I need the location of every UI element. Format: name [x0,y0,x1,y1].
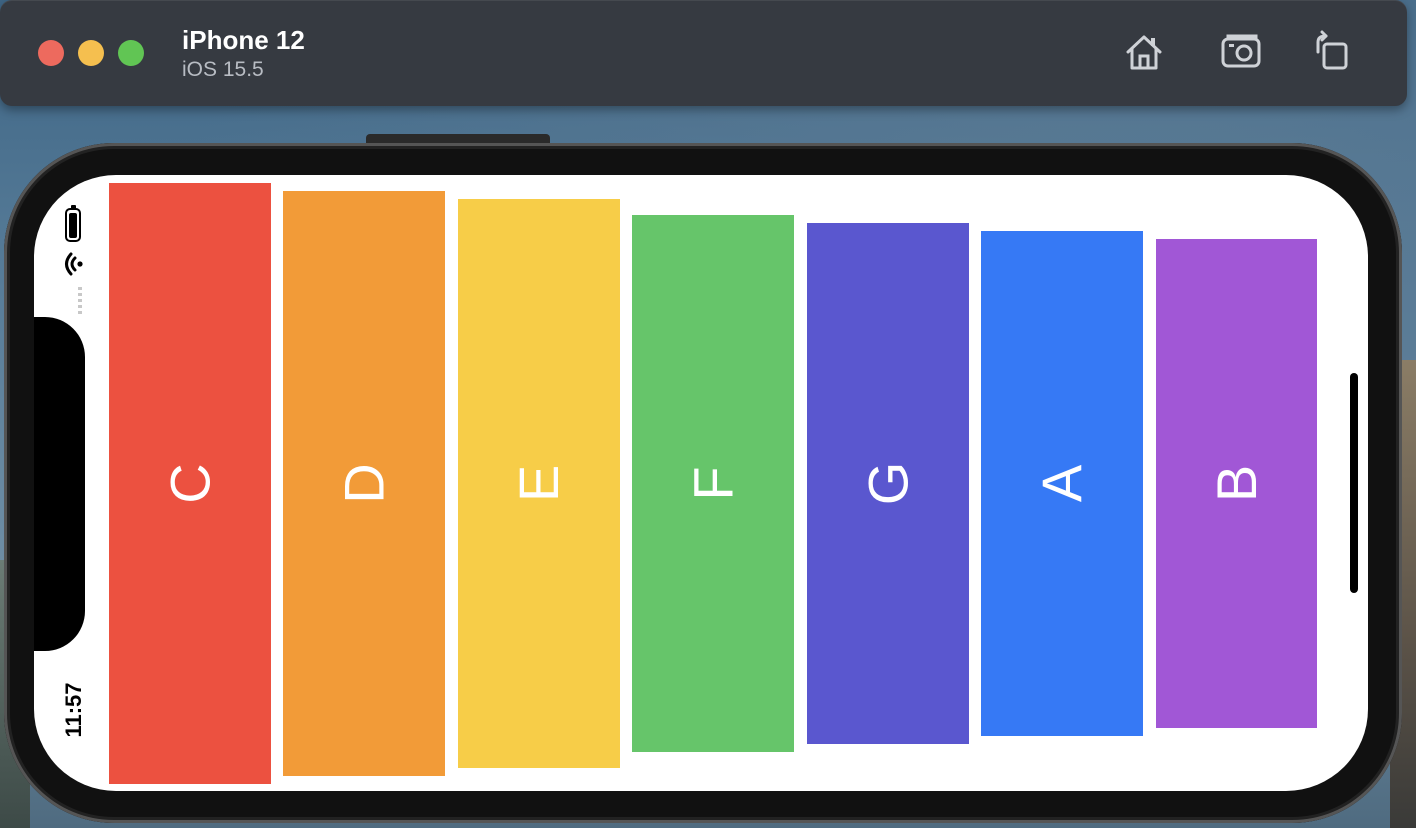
key-f[interactable]: F [632,215,794,752]
rotate-button[interactable] [1310,30,1354,74]
key-label: E [507,464,571,503]
key-label: G [856,461,920,506]
status-time: 11:57 [61,682,86,738]
os-version: iOS 15.5 [182,58,264,81]
screenshot-button[interactable] [1220,30,1264,74]
key-c[interactable]: C [109,183,271,784]
key-label: B [1204,464,1268,503]
device-name: iPhone 12 [182,25,305,55]
key-g[interactable]: G [807,223,969,744]
simulator-titlebar: iPhone 12 iOS 15.5 [0,0,1407,106]
signal-dots [78,287,82,315]
key-label: D [332,463,396,504]
camera-notch [34,317,85,651]
zoom-window-button[interactable] [118,40,144,66]
battery-icon [65,205,81,242]
camera-icon [1221,34,1261,68]
phone-screen: 11:57 C D E F G A B [34,175,1368,791]
close-window-button[interactable] [38,40,64,66]
home-icon [1126,35,1162,70]
rotate-icon [1316,30,1348,70]
wifi-icon [61,251,87,277]
key-label: F [681,466,745,501]
key-d[interactable]: D [283,191,445,776]
minimize-window-button[interactable] [78,40,104,66]
key-b[interactable]: B [1156,239,1317,728]
home-indicator[interactable] [1350,373,1358,593]
key-label: C [158,463,222,504]
key-a[interactable]: A [981,231,1143,736]
key-e[interactable]: E [458,199,620,768]
key-label: A [1030,464,1094,503]
home-button[interactable] [1122,30,1166,74]
